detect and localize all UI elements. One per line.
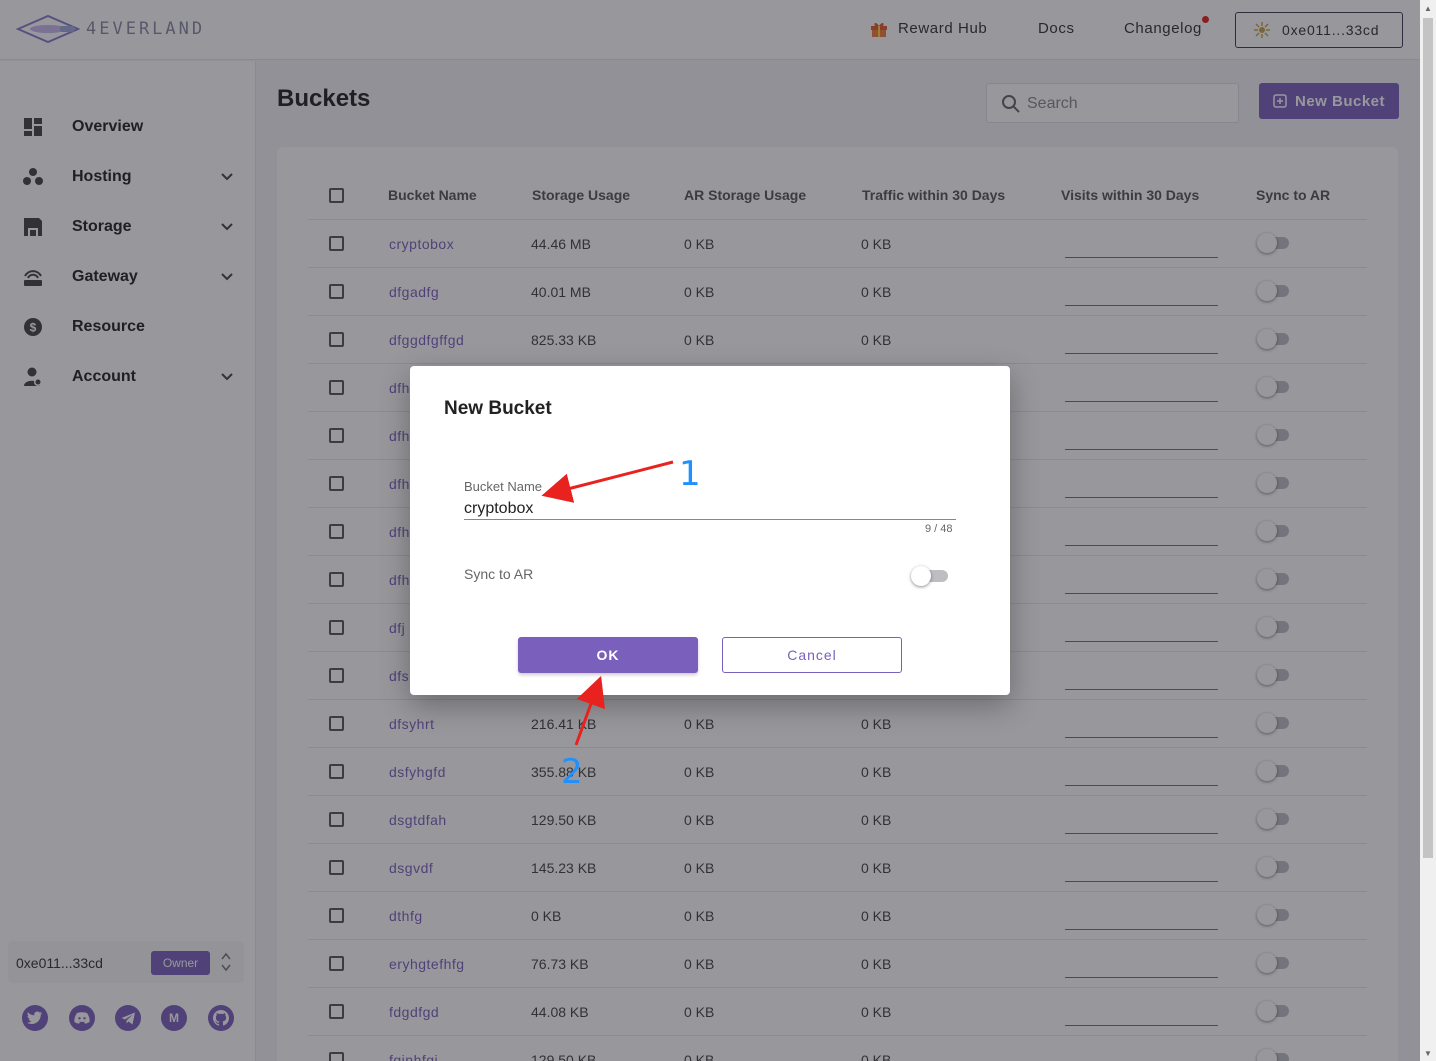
bucket-name-label: Bucket Name — [464, 479, 543, 494]
ok-button[interactable]: OK — [518, 637, 698, 673]
dialog-title: New Bucket — [444, 398, 552, 419]
sync-ar-toggle[interactable] — [911, 566, 948, 586]
annotation-number-1: 1 — [679, 454, 701, 494]
scroll-up-icon[interactable]: ▲ — [1424, 4, 1432, 13]
scroll-thumb[interactable] — [1423, 18, 1433, 858]
toggle-knob — [911, 566, 931, 586]
bucket-name-input[interactable] — [464, 498, 956, 520]
sync-ar-label: Sync to AR — [464, 566, 534, 582]
page-scrollbar[interactable]: ▲ ▼ — [1420, 0, 1436, 1061]
annotation-number-2: 2 — [561, 752, 583, 792]
new-bucket-dialog: New Bucket Bucket Name 9 / 48 Sync to AR… — [410, 366, 1010, 695]
scroll-down-icon[interactable]: ▼ — [1424, 1049, 1432, 1058]
cancel-button[interactable]: Cancel — [722, 637, 902, 673]
char-counter: 9 / 48 — [925, 523, 953, 535]
